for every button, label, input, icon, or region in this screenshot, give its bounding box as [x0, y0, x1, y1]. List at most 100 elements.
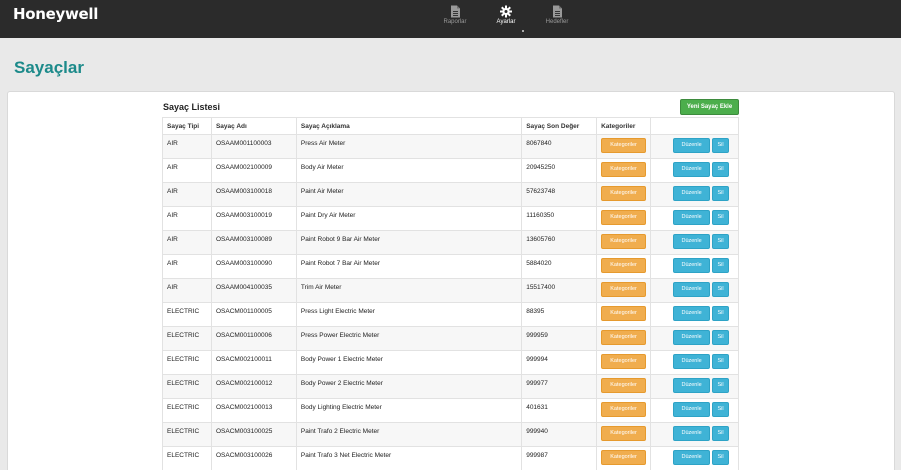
categories-button[interactable]: Kategoriler [601, 138, 647, 153]
cell-type: ELECTRIC [162, 350, 212, 375]
cell-actions: Düzenle Sil [650, 158, 739, 183]
nav-item-targets[interactable]: Hedefler [537, 5, 577, 25]
delete-button[interactable]: Sil [712, 426, 730, 441]
categories-button[interactable]: Kategoriler [601, 402, 647, 417]
cell-description: Paint Dry Air Meter [295, 206, 523, 231]
cell-last-value: 999987 [521, 446, 598, 470]
categories-button[interactable]: Kategoriler [601, 330, 647, 345]
edit-button[interactable]: Düzenle [673, 378, 711, 393]
cell-actions: Düzenle Sil [650, 326, 739, 351]
table-row: AIR OSAAM003100090 Paint Robot 7 Bar Air M… [162, 254, 739, 279]
table-row: AIR OSAAM003100089 Paint Robot 9 Bar Air M… [162, 230, 739, 255]
delete-button[interactable]: Sil [712, 258, 730, 273]
cell-name: OSAAM003100018 [210, 182, 297, 207]
column-header-type: Sayaç Tipi [162, 117, 212, 135]
delete-button[interactable]: Sil [712, 234, 730, 249]
edit-button[interactable]: Düzenle [673, 426, 711, 441]
categories-button[interactable]: Kategoriler [601, 306, 647, 321]
cell-type: ELECTRIC [162, 422, 212, 447]
cell-last-value: 999994 [521, 350, 598, 375]
categories-button[interactable]: Kategoriler [601, 354, 647, 369]
edit-button[interactable]: Düzenle [673, 282, 711, 297]
categories-button[interactable]: Kategoriler [601, 210, 647, 225]
edit-button[interactable]: Düzenle [673, 234, 711, 249]
meter-table: Sayaç Tipi Sayaç Adı Sayaç Açıklama Saya… [162, 117, 739, 470]
edit-button[interactable]: Düzenle [673, 186, 711, 201]
cell-actions: Düzenle Sil [650, 398, 739, 423]
delete-button[interactable]: Sil [712, 354, 730, 369]
delete-button[interactable]: Sil [712, 306, 730, 321]
cell-categories: Kategoriler [596, 350, 652, 375]
edit-button[interactable]: Düzenle [673, 210, 711, 225]
cell-description: Press Power Electric Meter [295, 326, 523, 351]
table-row: ELECTRIC OSACM002100013 Body Lighting Elec… [162, 398, 739, 423]
delete-button[interactable]: Sil [712, 450, 730, 465]
cell-type: AIR [162, 158, 212, 183]
delete-button[interactable]: Sil [712, 330, 730, 345]
edit-button[interactable]: Düzenle [673, 450, 711, 465]
delete-button[interactable]: Sil [712, 186, 730, 201]
cell-actions: Düzenle Sil [650, 230, 739, 255]
edit-button[interactable]: Düzenle [673, 402, 711, 417]
column-header-description: Sayaç Açıklama [295, 117, 523, 135]
delete-button[interactable]: Sil [712, 162, 730, 177]
delete-button[interactable]: Sil [712, 402, 730, 417]
categories-button[interactable]: Kategoriler [601, 258, 647, 273]
table-row: AIR OSAAM001100003 Press Air Meter 8067840 K… [162, 134, 739, 159]
nav-item-label: Hedefler [545, 19, 569, 25]
delete-button[interactable]: Sil [712, 378, 730, 393]
cell-description: Body Lighting Electric Meter [295, 398, 523, 423]
cell-last-value: 20945250 [521, 158, 598, 183]
cell-name: OSAAM004100035 [210, 278, 297, 303]
edit-button[interactable]: Düzenle [673, 138, 711, 153]
nav-item-settings[interactable]: Ayarlar [486, 5, 526, 25]
nav-item-reports[interactable]: Raporlar [435, 5, 475, 25]
delete-button[interactable]: Sil [712, 138, 730, 153]
edit-button[interactable]: Düzenle [673, 162, 711, 177]
cell-categories: Kategoriler [596, 398, 652, 423]
categories-button[interactable]: Kategoriler [601, 450, 647, 465]
edit-button[interactable]: Düzenle [673, 306, 711, 321]
cell-type: AIR [162, 182, 212, 207]
cell-last-value: 5884020 [521, 254, 598, 279]
categories-button[interactable]: Kategoriler [601, 162, 647, 177]
cell-name: OSACM003100026 [210, 446, 297, 470]
cell-name: OSACM002100012 [210, 374, 297, 399]
column-header-name: Sayaç Adı [210, 117, 297, 135]
categories-button[interactable]: Kategoriler [601, 426, 647, 441]
categories-button[interactable]: Kategoriler [601, 186, 647, 201]
cell-type: ELECTRIC [162, 326, 212, 351]
categories-button[interactable]: Kategoriler [601, 282, 647, 297]
cell-description: Paint Trafo 3 Net Electric Meter [295, 446, 523, 470]
brand-logo[interactable]: Honeywell [13, 5, 98, 23]
add-meter-button[interactable]: Yeni Sayaç Ekle [680, 99, 739, 115]
table-row: ELECTRIC OSACM001100006 Press Power Electr… [162, 326, 739, 351]
table-row: ELECTRIC OSACM003100026 Paint Trafo 3 Net … [162, 446, 739, 470]
page-title: Sayaçlar [14, 58, 84, 77]
cell-name: OSACM002100011 [210, 350, 297, 375]
edit-button[interactable]: Düzenle [673, 354, 711, 369]
categories-button[interactable]: Kategoriler [601, 378, 647, 393]
cell-actions: Düzenle Sil [650, 302, 739, 327]
cell-description: Body Power 1 Electric Meter [295, 350, 523, 375]
categories-button[interactable]: Kategoriler [601, 234, 647, 249]
cell-categories: Kategoriler [596, 134, 652, 159]
cell-description: Body Power 2 Electric Meter [295, 374, 523, 399]
table-header-row: Sayaç Tipi Sayaç Adı Sayaç Açıklama Saya… [162, 117, 739, 135]
cell-type: AIR [162, 134, 212, 159]
table-row: ELECTRIC OSACM002100011 Body Power 1 Elect… [162, 350, 739, 375]
cell-last-value: 11160350 [521, 206, 598, 231]
cell-name: OSAAM003100090 [210, 254, 297, 279]
cell-actions: Düzenle Sil [650, 254, 739, 279]
cell-name: OSACM001100006 [210, 326, 297, 351]
cell-name: OSACM003100025 [210, 422, 297, 447]
cell-last-value: 88395 [521, 302, 598, 327]
active-indicator [522, 30, 524, 32]
delete-button[interactable]: Sil [712, 210, 730, 225]
cell-description: Body Air Meter [295, 158, 523, 183]
cell-actions: Düzenle Sil [650, 278, 739, 303]
edit-button[interactable]: Düzenle [673, 330, 711, 345]
delete-button[interactable]: Sil [712, 282, 730, 297]
edit-button[interactable]: Düzenle [673, 258, 711, 273]
cell-categories: Kategoriler [596, 206, 652, 231]
